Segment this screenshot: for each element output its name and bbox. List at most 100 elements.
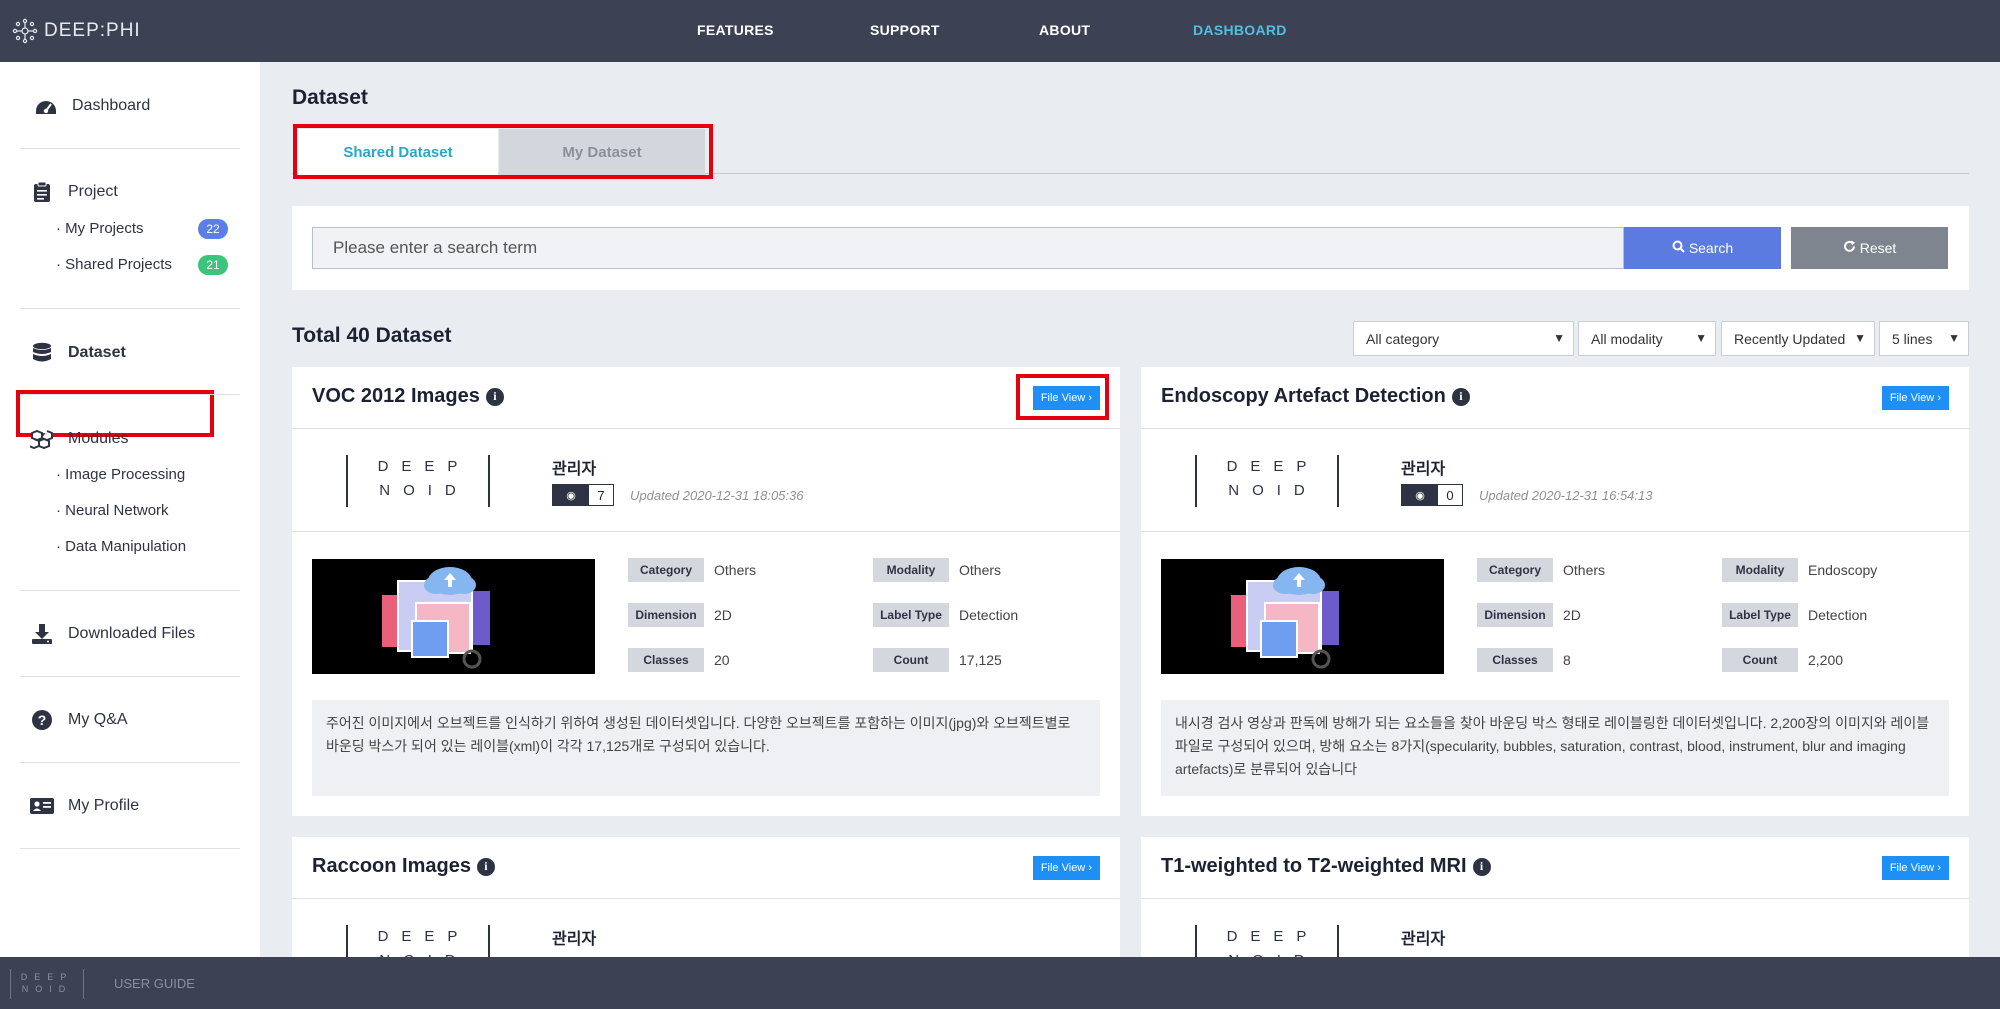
dataset-description: 주어진 이미지에서 오브젝트를 인식하기 위하여 생성된 데이터셋입니다. 다양… <box>312 700 1100 796</box>
dataset-owner: 관리자 <box>1401 931 1446 948</box>
count-label: Count <box>873 648 949 672</box>
sidebar-item-my-projects[interactable]: My Projects <box>56 220 143 237</box>
cubes-icon <box>30 427 54 451</box>
sidebar-item-dataset[interactable]: Dataset <box>30 341 126 365</box>
dataset-card: VOC 2012 Images i File View › DEEP NOID … <box>292 367 1120 816</box>
chevron-down-icon: ▼ <box>1948 331 1960 345</box>
speedometer-icon <box>34 94 58 118</box>
card-divider <box>292 531 1120 532</box>
modality-value: Endoscopy <box>1808 562 1878 578</box>
sort-select-value: Recently Updated <box>1734 330 1846 347</box>
category-select[interactable]: All category ▼ <box>1353 321 1574 356</box>
search-input[interactable]: Please enter a search term <box>312 227 1624 269</box>
nav-dashboard[interactable]: DASHBOARD <box>1193 22 1287 38</box>
provider-logo: DEEP NOID <box>1195 925 1339 957</box>
refresh-icon <box>1843 240 1856 256</box>
sidebar-item-neural-network[interactable]: Neural Network <box>56 502 168 519</box>
sidebar-divider <box>20 148 240 149</box>
nav-support[interactable]: SUPPORT <box>870 22 940 38</box>
view-count-value: 0 <box>1438 485 1462 505</box>
category-value: Others <box>1563 562 1606 578</box>
sidebar-item-my-qna[interactable]: ? My Q&A <box>30 708 128 732</box>
search-button-label: Search <box>1688 240 1734 256</box>
sidebar-divider <box>20 394 240 395</box>
download-icon <box>30 622 54 646</box>
my-projects-count-badge: 22 <box>198 219 228 239</box>
dataset-card-title[interactable]: T1-weighted to T2-weighted MRI i <box>1161 855 1491 878</box>
category-label: Category <box>1477 558 1553 582</box>
sidebar-item-my-profile[interactable]: My Profile <box>30 794 139 818</box>
sidebar-item-data-manipulation[interactable]: Data Manipulation <box>56 538 186 555</box>
file-view-highlight-frame <box>1016 374 1109 420</box>
user-guide-link[interactable]: USER GUIDE <box>114 976 195 991</box>
modality-select-value: All modality <box>1591 330 1663 347</box>
sidebar-item-modules[interactable]: Modules <box>30 427 128 451</box>
search-button[interactable]: Search <box>1624 227 1781 269</box>
dataset-card-title[interactable]: VOC 2012 Images i <box>312 385 504 408</box>
tabs-highlight-frame <box>293 124 713 179</box>
sidebar-item-label: Downloaded Files <box>68 625 196 642</box>
modality-select[interactable]: All modality ▼ <box>1578 321 1716 356</box>
info-icon[interactable]: i <box>1451 387 1470 406</box>
updated-timestamp: Updated 2020-12-31 18:05:36 <box>630 488 804 503</box>
info-icon[interactable]: i <box>1472 857 1491 876</box>
modality-label: Modality <box>873 558 949 582</box>
eye-icon: ◉ <box>1402 485 1438 505</box>
sidebar-item-label: Project <box>68 183 118 200</box>
card-info-section: DEEP NOID 관리자 ◉ 0 Updated 2020-12-31 16:… <box>1141 429 1969 537</box>
page-title: Dataset <box>292 86 368 109</box>
dataset-thumbnail[interactable] <box>1161 559 1444 674</box>
dataset-card-title[interactable]: Raccoon Images i <box>312 855 495 878</box>
search-icon <box>1672 240 1685 256</box>
file-view-button[interactable]: File View › <box>1881 856 1949 880</box>
classes-value: 8 <box>1563 652 1571 668</box>
dimension-value: 2D <box>1563 607 1581 623</box>
dataset-owner: 관리자 <box>1401 461 1446 478</box>
file-view-button[interactable]: File View › <box>1032 856 1100 880</box>
dataset-illustration <box>1231 567 1339 669</box>
sidebar: Dashboard Project My Projects 22 Shared … <box>0 62 260 957</box>
sidebar-item-image-processing[interactable]: Image Processing <box>56 466 185 483</box>
file-view-label: File View <box>1889 392 1935 404</box>
card-divider <box>292 898 1120 899</box>
dataset-card-title[interactable]: Endoscopy Artefact Detection i <box>1161 385 1470 408</box>
category-label: Category <box>628 558 704 582</box>
count-value: 17,125 <box>959 652 1002 668</box>
sidebar-divider <box>20 676 240 677</box>
category-value: Others <box>714 562 757 578</box>
dataset-title-text: Raccoon Images <box>312 855 471 877</box>
dataset-card: T1-weighted to T2-weighted MRI i File Vi… <box>1141 837 1969 957</box>
sidebar-item-label: My Q&A <box>68 711 128 728</box>
sidebar-item-shared-projects[interactable]: Shared Projects <box>56 256 172 273</box>
info-icon[interactable]: i <box>476 857 495 876</box>
lines-select[interactable]: 5 lines ▼ <box>1879 321 1969 356</box>
reset-button[interactable]: Reset <box>1791 227 1948 269</box>
sidebar-item-label: Modules <box>68 430 129 447</box>
database-icon <box>30 341 54 365</box>
sidebar-item-project[interactable]: Project <box>30 180 118 204</box>
sidebar-item-downloaded-files[interactable]: Downloaded Files <box>30 622 195 646</box>
view-count: ◉ 0 <box>1401 484 1463 506</box>
dataset-title-text: VOC 2012 Images <box>312 385 480 407</box>
sidebar-item-label: Dashboard <box>72 97 151 114</box>
dataset-owner: 관리자 <box>552 461 597 478</box>
search-panel: Please enter a search term Search Reset <box>292 206 1969 290</box>
dataset-title-text: T1-weighted to T2-weighted MRI <box>1161 855 1467 877</box>
dataset-owner: 관리자 <box>552 931 597 948</box>
dataset-thumbnail[interactable] <box>312 559 595 674</box>
nav-features[interactable]: FEATURES <box>697 22 774 38</box>
modality-value: Others <box>959 562 1002 578</box>
main-nav: FEATURES SUPPORT ABOUT DASHBOARD <box>0 0 2000 62</box>
sidebar-item-dashboard[interactable]: Dashboard <box>34 94 150 118</box>
count-label: Count <box>1722 648 1798 672</box>
classes-label: Classes <box>1477 648 1553 672</box>
nav-about[interactable]: ABOUT <box>1039 22 1090 38</box>
info-icon[interactable]: i <box>485 387 504 406</box>
view-count: ◉ 7 <box>552 484 614 506</box>
classes-label: Classes <box>628 648 704 672</box>
dimension-label: Dimension <box>628 603 704 627</box>
sort-select[interactable]: Recently Updated ▼ <box>1721 321 1875 356</box>
dataset-title-text: Endoscopy Artefact Detection <box>1161 385 1446 407</box>
id-card-icon <box>30 794 54 818</box>
file-view-button[interactable]: File View › <box>1881 386 1949 410</box>
